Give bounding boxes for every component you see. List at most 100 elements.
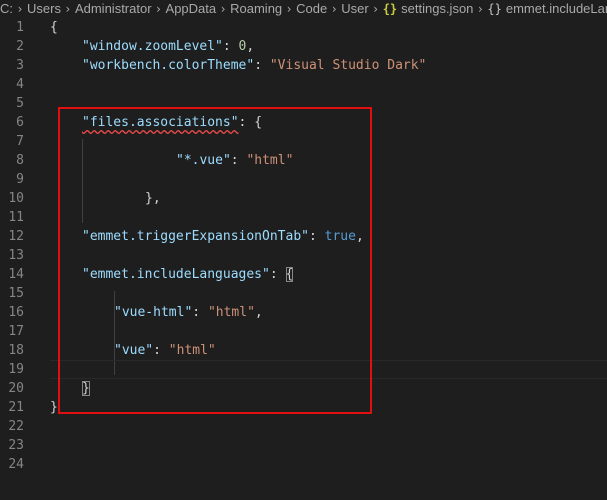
breadcrumb-item-roaming[interactable]: Roaming	[230, 0, 282, 18]
code-line-15[interactable]: 15	[0, 284, 607, 303]
code-line-22[interactable]: 22	[0, 417, 607, 436]
line-number[interactable]: 10	[0, 189, 24, 208]
json-string-value: "html"	[246, 153, 294, 168]
line-content: "files.associations": {	[82, 113, 262, 132]
code-line-18[interactable]: 18 "vue": "html"	[0, 341, 607, 360]
json-key: "workbench.colorTheme"	[82, 58, 255, 73]
breadcrumb-item-users[interactable]: Users	[27, 0, 61, 18]
colon: :	[308, 229, 325, 244]
code-line-11[interactable]: 11	[0, 208, 607, 227]
line-number[interactable]: 18	[0, 341, 24, 360]
code-line-4[interactable]: 4	[0, 75, 607, 94]
code-line-24[interactable]: 24	[0, 455, 607, 474]
breadcrumb-item-file[interactable]: {} settings.json	[383, 0, 474, 18]
colon: :	[269, 267, 286, 282]
chevron-right-icon: ›	[331, 2, 337, 16]
breadcrumb-file-label: settings.json	[401, 1, 474, 16]
breadcrumb-item-symbol[interactable]: {}emmet.includeLanguages	[487, 0, 607, 18]
open-brace: {	[254, 115, 263, 130]
line-number[interactable]: 23	[0, 436, 24, 455]
line-content: "workbench.colorTheme": "Visual Studio D…	[82, 56, 426, 75]
line-number[interactable]: 15	[0, 284, 24, 303]
line-number[interactable]: 19	[0, 360, 24, 379]
breadcrumb-item-code[interactable]: Code	[296, 0, 327, 18]
line-number[interactable]: 24	[0, 455, 24, 474]
colon: :	[254, 58, 270, 73]
colon: :	[192, 305, 208, 320]
breadcrumb-symbol-label: emmet.includeLanguages	[505, 1, 607, 16]
line-number[interactable]: 22	[0, 417, 24, 436]
line-number[interactable]: 16	[0, 303, 24, 322]
line-number[interactable]: 2	[0, 37, 24, 56]
chevron-right-icon: ›	[65, 2, 71, 16]
object-symbol-icon: {}	[487, 2, 502, 16]
breadcrumb-item-appdata[interactable]: AppData	[166, 0, 217, 18]
line-number[interactable]: 12	[0, 227, 24, 246]
chevron-right-icon: ›	[156, 2, 161, 16]
json-string-value: "Visual Studio Dark"	[269, 58, 427, 73]
code-line-19[interactable]: 19	[0, 360, 607, 379]
chevron-right-icon: ›	[373, 2, 379, 16]
code-line-12[interactable]: 12 "emmet.triggerExpansionOnTab": true,	[0, 227, 607, 246]
comma: ,	[246, 39, 255, 54]
code-line-13[interactable]: 13	[0, 246, 607, 265]
code-line-10[interactable]: 10 },	[0, 189, 607, 208]
json-string-value: "html"	[168, 343, 216, 358]
line-number[interactable]: 7	[0, 132, 24, 151]
breadcrumb-item-drive[interactable]: C:	[0, 0, 13, 18]
code-line-6[interactable]: 6 "files.associations": {	[0, 113, 607, 132]
code-line-14[interactable]: 14 "emmet.includeLanguages": {	[0, 265, 607, 284]
json-boolean-value: true	[324, 229, 356, 244]
code-line-16[interactable]: 16 "vue-html": "html",	[0, 303, 607, 322]
line-number[interactable]: 17	[0, 322, 24, 341]
line-number[interactable]: 4	[0, 75, 24, 94]
line-number[interactable]: 9	[0, 170, 24, 189]
close-brace: }	[50, 400, 58, 415]
line-number[interactable]: 21	[0, 398, 24, 417]
line-number[interactable]: 5	[0, 94, 24, 113]
code-line-2[interactable]: 2 "window.zoomLevel": 0,	[0, 37, 607, 56]
json-string-value: "html"	[207, 305, 255, 320]
line-number[interactable]: 14	[0, 265, 24, 284]
line-content: "window.zoomLevel": 0,	[82, 37, 254, 56]
json-file-icon: {}	[382, 2, 398, 16]
json-key: "emmet.includeLanguages"	[82, 267, 270, 282]
colon: :	[153, 343, 169, 358]
code-line-8[interactable]: 8 "*.vue": "html"	[0, 151, 607, 170]
code-line-17[interactable]: 17	[0, 322, 607, 341]
line-number[interactable]: 1	[0, 18, 24, 37]
colon: :	[238, 115, 255, 130]
line-content: "emmet.triggerExpansionOnTab": true,	[82, 227, 364, 246]
close-brace: },	[145, 191, 161, 206]
json-key-with-warning[interactable]: "files.associations"	[82, 115, 239, 130]
chevron-right-icon: ›	[286, 2, 292, 16]
line-content: {	[50, 18, 58, 37]
current-line-highlight	[50, 360, 607, 379]
breadcrumb-item-administrator[interactable]: Administrator	[75, 0, 152, 18]
line-number[interactable]: 13	[0, 246, 24, 265]
code-line-21[interactable]: 21 }	[0, 398, 607, 417]
colon: :	[230, 153, 247, 168]
line-content: "vue": "html"	[114, 341, 216, 360]
line-number[interactable]: 6	[0, 113, 24, 132]
code-line-5[interactable]: 5	[0, 94, 607, 113]
breadcrumb: C: › Users › Administrator › AppData › Roaming › C…	[0, 0, 607, 18]
code-line-3[interactable]: 3 "workbench.colorTheme": "Visual Studio…	[0, 56, 607, 75]
line-number[interactable]: 11	[0, 208, 24, 227]
code-line-23[interactable]: 23	[0, 436, 607, 455]
json-key: "emmet.triggerExpansionOnTab"	[82, 229, 309, 244]
code-line-9[interactable]: 9	[0, 170, 607, 189]
line-number[interactable]: 8	[0, 151, 24, 170]
line-number[interactable]: 3	[0, 56, 24, 75]
line-content: },	[145, 189, 161, 208]
line-number[interactable]: 20	[0, 379, 24, 398]
chevron-right-icon: ›	[17, 2, 23, 16]
code-line-1[interactable]: 1 {	[0, 18, 607, 37]
breadcrumb-item-user[interactable]: User	[341, 0, 368, 18]
vscode-window: C: › Users › Administrator › AppData › Roaming › C…	[0, 0, 607, 500]
matching-open-brace: {	[285, 267, 294, 282]
code-line-7[interactable]: 7	[0, 132, 607, 151]
colon: :	[222, 39, 239, 54]
code-line-20[interactable]: 20 }	[0, 379, 607, 398]
code-editor[interactable]: 1 { 2 "window.zoomLevel": 0, 3 "workbenc…	[0, 18, 607, 500]
